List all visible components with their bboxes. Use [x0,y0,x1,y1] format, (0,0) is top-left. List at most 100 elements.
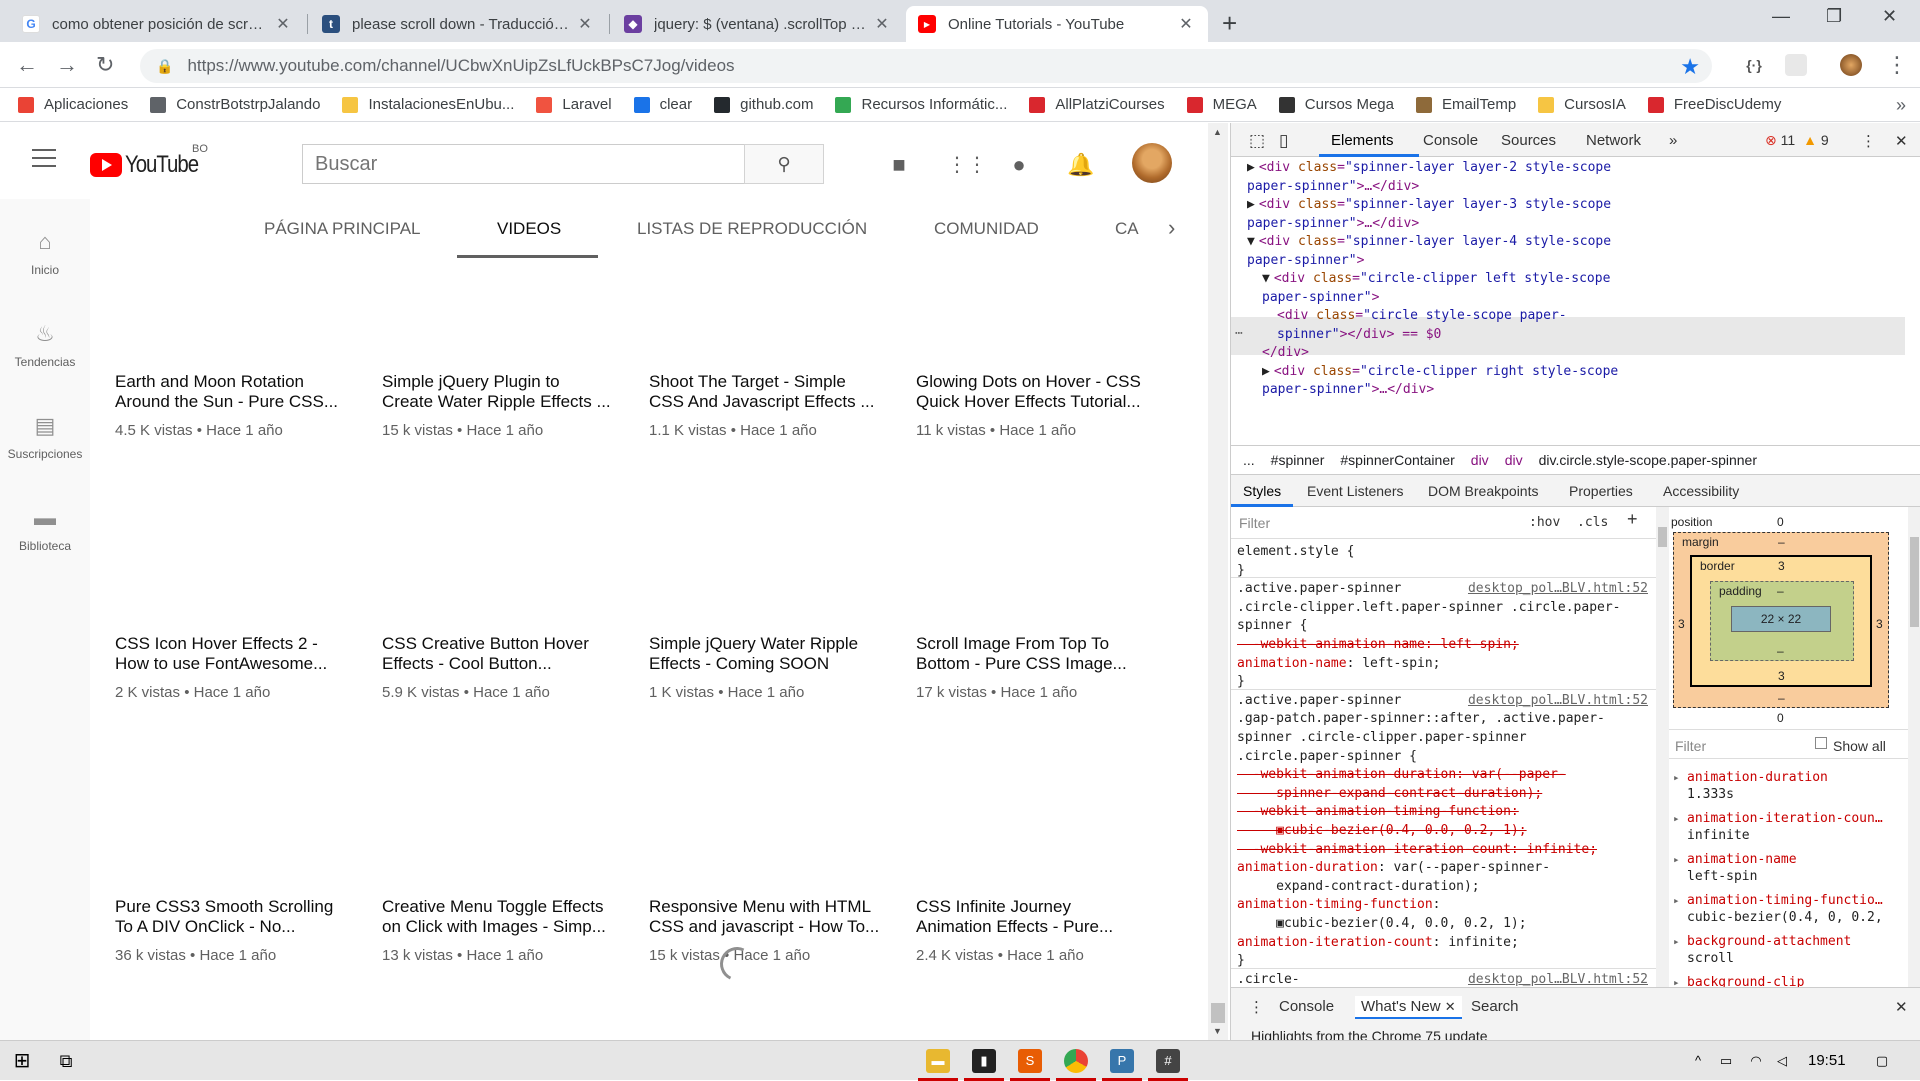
bookmark-item[interactable]: EmailTemp [1415,96,1516,113]
style-line[interactable]: -webkit-animation-duration: var(--paper- [1237,766,1566,784]
computed-property[interactable]: background-attachment scroll [1669,933,1920,967]
video-card[interactable]: Simple jQuery Water Ripple Effects - Com… [649,634,881,701]
dom-node-line[interactable]: ▼ <div class="spinner-layer layer-4 style… [1247,233,1611,252]
video-title[interactable]: CSS Icon Hover Effects 2 - How to use Fo… [115,634,347,674]
bookmark-item[interactable]: Recursos Informátic... [835,96,1007,113]
video-title[interactable]: Simple jQuery Plugin to Create Water Rip… [382,372,614,412]
breadcrumb-item[interactable]: div [1471,452,1489,468]
style-line[interactable]: spinner-expand-contract-duration); [1237,785,1542,803]
hamburger-menu-icon[interactable] [32,149,56,173]
video-card[interactable]: CSS Infinite Journey Animation Effects -… [916,897,1148,964]
calculator-icon[interactable]: # [1156,1049,1180,1073]
styles-scrollbar-thumb[interactable] [1658,527,1667,547]
bookmark-item[interactable]: github.com [714,96,813,113]
styles-pane[interactable]: Filter :hov .cls + element.style {} .acti… [1231,507,1656,1000]
node-actions-icon[interactable]: ⋯ [1235,325,1243,344]
video-card[interactable]: Pure CSS3 Smooth Scrolling To A DIV OnCl… [115,897,347,964]
style-line[interactable]: spinner .circle-clipper.paper-spinner [1237,729,1527,747]
tab-comunidad[interactable]: COMUNIDAD [934,219,1039,239]
style-line[interactable]: expand-contract-duration); [1237,878,1480,896]
devtools-menu-icon[interactable]: ⋮ [1861,132,1876,150]
style-line[interactable]: .circle.paper-spinner { [1237,748,1417,766]
computed-filter-input[interactable]: Filter Show all [1669,729,1920,759]
window-close-icon[interactable]: ✕ [1882,6,1897,27]
style-line[interactable]: .active.paper-spinner [1237,580,1401,598]
user-avatar[interactable] [1132,143,1172,183]
scrollbar-thumb[interactable] [1211,1003,1225,1023]
tab-console[interactable]: Console [1423,132,1478,149]
video-card[interactable]: Shoot The Target - Simple CSS And Javasc… [649,372,881,439]
chrome-menu-icon[interactable]: ⋮ [1886,52,1908,78]
breadcrumb-item[interactable]: div.circle.style-scope.paper-spinner [1539,452,1757,468]
styles-scrollbar[interactable] [1656,507,1669,1000]
hov-toggle[interactable]: :hov [1529,514,1560,532]
video-title[interactable]: Glowing Dots on Hover - CSS Quick Hover … [916,372,1148,412]
dom-node-line[interactable]: ▶ <div class="circle-clipper right style-… [1262,363,1618,382]
chevron-up-icon[interactable]: ^ [1686,1049,1710,1073]
battery-icon[interactable]: ▭ [1714,1049,1738,1073]
windows-start-icon[interactable]: ⊞ [10,1049,34,1073]
dom-tree[interactable]: ⋯ ▶ <div class="spinner-layer layer-2 sty… [1231,157,1920,445]
profile-avatar-icon[interactable] [1840,54,1862,76]
video-title[interactable]: Creative Menu Toggle Effects on Click wi… [382,897,614,937]
computed-properties-list[interactable]: animation-duration 1.333s animation-iterat… [1669,769,1920,1000]
tab-dom-breakpoints[interactable]: DOM Breakpoints [1428,483,1538,499]
search-button[interactable]: ⚲ [744,144,824,184]
video-card[interactable]: Scroll Image From Top To Bottom - Pure C… [916,634,1148,701]
notifications-icon[interactable]: ▢ [1870,1049,1894,1073]
video-title[interactable]: Earth and Moon Rotation Around the Sun -… [115,372,347,412]
computed-scrollbar[interactable] [1908,507,1920,1000]
messages-icon[interactable]: ● [1007,153,1031,177]
video-title[interactable]: Shoot The Target - Simple CSS And Javasc… [649,372,881,412]
sidebar-item-inicio[interactable]: ⌂ Inicio [0,229,90,277]
close-tab-icon[interactable]: ✕ [575,14,595,34]
video-title[interactable]: CSS Infinite Journey Animation Effects -… [916,897,1148,937]
tab-accessibility[interactable]: Accessibility [1663,483,1739,499]
style-line[interactable]: ▣cubic-bezier(0.4, 0.0, 0.2, 1); [1237,822,1526,840]
browser-tab-1[interactable]: G como obtener posición de scrollT ✕ [10,6,305,42]
new-rule-icon[interactable]: + [1627,510,1638,528]
video-card[interactable]: Glowing Dots on Hover - CSS Quick Hover … [916,372,1148,439]
computed-property[interactable]: animation-name left-spin [1669,851,1920,885]
inspect-element-icon[interactable]: ⬚ [1249,131,1265,151]
chevron-right-icon[interactable]: › [1168,215,1175,241]
scroll-down-icon[interactable]: ▼ [1213,1026,1222,1036]
style-line[interactable]: .circle-clipper.left.paper-spinner .circ… [1237,599,1621,617]
dom-node-line[interactable]: paper-spinner"> [1247,252,1364,271]
style-line[interactable]: animation-timing-function: [1237,896,1441,914]
chrome-icon[interactable] [1064,1049,1088,1073]
style-line[interactable]: .gap-patch.paper-spinner::after, .active… [1237,710,1605,728]
clock[interactable]: 19:51 [1808,1052,1846,1069]
devtools-close-icon[interactable]: ✕ [1895,132,1908,150]
page-scrollbar[interactable]: ▲ ▼ [1208,123,1228,1040]
drawer-tab-whats-new[interactable]: What's New ✕ [1355,996,1462,1019]
drawer-close-icon[interactable]: ✕ [1895,998,1908,1016]
apps-grid-icon[interactable]: ⋮⋮ [947,153,987,177]
computed-property[interactable]: animation-duration 1.333s [1669,769,1920,803]
style-line[interactable]: animation-name: left-spin; [1237,655,1441,673]
cls-toggle[interactable]: .cls [1577,514,1608,532]
tab-canales[interactable]: CA [1115,219,1139,239]
extension-icon[interactable] [1785,54,1807,76]
video-title[interactable]: Scroll Image From Top To Bottom - Pure C… [916,634,1148,674]
video-card[interactable]: CSS Icon Hover Effects 2 - How to use Fo… [115,634,347,701]
reload-icon[interactable]: ↻ [96,52,114,78]
computed-property[interactable]: animation-timing-functio… cubic-bezier(0.… [1669,892,1920,926]
video-card[interactable]: Earth and Moon Rotation Around the Sun -… [115,372,347,439]
task-view-icon[interactable]: ⧉ [54,1049,78,1073]
dom-node-line[interactable]: ▶ <div class="spinner-layer layer-2 style… [1247,159,1611,178]
video-title[interactable]: Pure CSS3 Smooth Scrolling To A DIV OnCl… [115,897,347,937]
tab-styles[interactable]: Styles [1243,483,1281,499]
bookmark-item[interactable]: clear [633,96,692,113]
styles-filter-input[interactable]: Filter :hov .cls + [1231,507,1656,539]
dom-node-line[interactable]: paper-spinner"> [1262,289,1379,308]
bookmark-item[interactable]: MEGA [1186,96,1257,113]
dom-node-line[interactable]: spinner"></div> == $0 [1277,326,1441,345]
wifi-icon[interactable]: ◠ [1744,1049,1768,1073]
tab-pagina-principal[interactable]: PÁGINA PRINCIPAL [264,219,421,239]
video-title[interactable]: Responsive Menu with HTML CSS and javasc… [649,897,881,937]
style-line[interactable]: .active.paper-spinner [1237,692,1401,710]
forward-icon[interactable]: → [56,52,78,78]
scroll-up-icon[interactable]: ▲ [1213,127,1222,137]
browser-tab-4-active[interactable]: ▶ Online Tutorials - YouTube ✕ [906,6,1208,42]
